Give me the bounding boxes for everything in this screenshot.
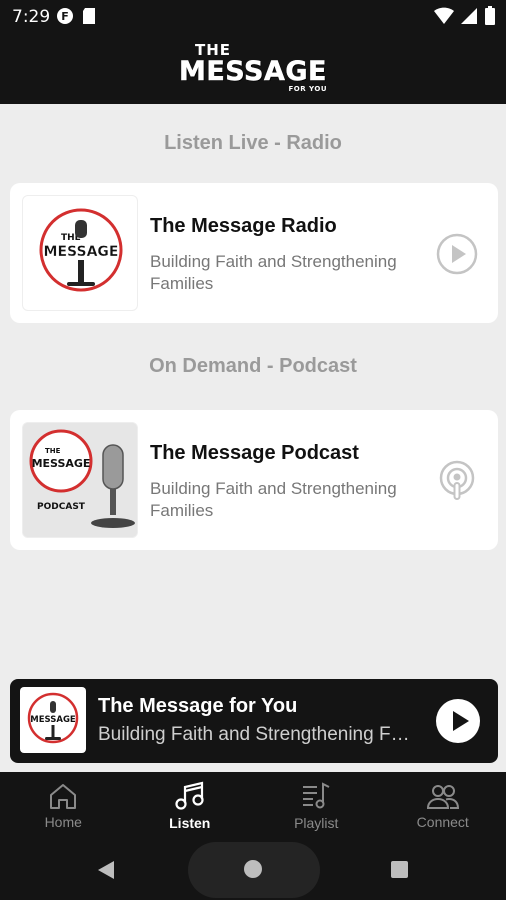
section-title-live: Listen Live - Radio (164, 132, 342, 154)
back-icon[interactable] (96, 860, 116, 880)
music-note-icon (175, 781, 204, 810)
svg-text:MESSAGE: MESSAGE (44, 244, 119, 260)
sd-card-icon (83, 8, 95, 24)
nav-connect[interactable]: Connect (380, 772, 506, 840)
recents-button[interactable] (391, 861, 408, 878)
cell-signal-icon (461, 8, 477, 24)
nav-listen[interactable]: Listen (127, 772, 254, 840)
app-notification-icon: F (57, 8, 73, 24)
nav-label-home: Home (44, 814, 82, 830)
nav-label-connect: Connect (416, 814, 469, 830)
playlist-icon (303, 782, 330, 809)
svg-text:THE: THE (45, 447, 61, 455)
radio-card[interactable]: THE MESSAGE The Message Radio Building F… (10, 183, 498, 323)
wifi-icon (434, 7, 454, 24)
radio-subtitle: Building Faith and Strengthening Familie… (150, 252, 397, 293)
play-icon (453, 711, 469, 731)
home-button[interactable] (244, 860, 262, 878)
nav-home[interactable]: Home (0, 772, 127, 840)
brand-logo: THE MESSAGE FOR YOU (179, 41, 327, 93)
podcast-card[interactable]: THE MESSAGE PODCAST The Message Podcast … (10, 410, 498, 550)
nav-playlist[interactable]: Playlist (253, 772, 380, 840)
mini-play-button[interactable] (436, 699, 480, 743)
mini-player-subtitle: Building Faith and Strengthening Familie… (98, 724, 418, 745)
people-icon (426, 785, 459, 809)
play-circle-icon[interactable] (436, 233, 478, 275)
system-nav (0, 840, 506, 900)
podcast-thumbnail: THE MESSAGE PODCAST (22, 422, 138, 538)
podcast-title: The Message Podcast (150, 442, 359, 464)
svg-text:PODCAST: PODCAST (37, 502, 86, 512)
mini-player-title: The Message for You (98, 695, 298, 717)
radio-thumbnail: THE MESSAGE (22, 195, 138, 311)
svg-text:MESSAGE: MESSAGE (30, 715, 76, 725)
status-bar: 7:29 F (0, 0, 506, 32)
status-time: 7:29 (12, 7, 51, 27)
nav-label-playlist: Playlist (294, 815, 339, 831)
svg-text:F: F (61, 10, 69, 23)
home-icon (50, 784, 77, 809)
app-header: THE MESSAGE FOR YOU (0, 32, 506, 104)
section-title-demand: On Demand - Podcast (149, 355, 357, 377)
mini-player[interactable]: MESSAGE The Message for You Building Fai… (10, 679, 498, 763)
bottom-nav: Home Listen Playlist Connect (0, 772, 506, 840)
svg-text:MESSAGE: MESSAGE (32, 457, 91, 470)
mini-player-thumbnail: MESSAGE (20, 687, 86, 753)
podcast-subtitle: Building Faith and Strengthening Familie… (150, 479, 397, 520)
radio-title: The Message Radio (150, 215, 337, 237)
battery-icon (485, 6, 495, 25)
podcast-icon[interactable] (436, 460, 478, 502)
nav-label-listen: Listen (169, 815, 211, 831)
